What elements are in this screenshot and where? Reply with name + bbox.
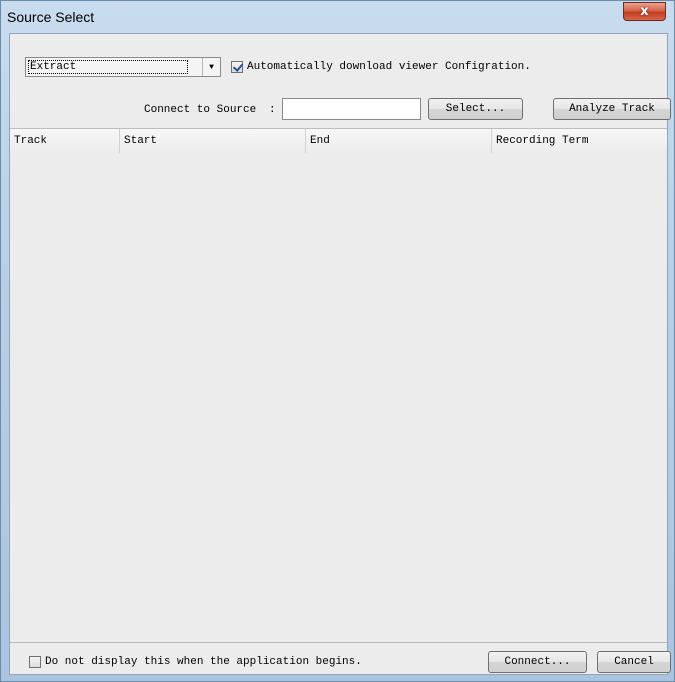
close-button[interactable]: x: [623, 2, 666, 21]
select-button[interactable]: Select...: [428, 98, 523, 120]
close-icon: x: [640, 4, 649, 19]
auto-download-checkbox[interactable]: [231, 61, 243, 73]
cancel-button[interactable]: Cancel: [597, 651, 671, 673]
column-header-recording-term[interactable]: Recording Term: [492, 129, 667, 153]
dont-display-checkbox[interactable]: [29, 656, 41, 668]
connect-to-source-label: Connect to Source: [144, 104, 257, 116]
source-mode-value: Extract: [28, 60, 188, 74]
dont-display-label: Do not display this when the application…: [45, 656, 362, 668]
dialog-body: Extract ▼ Automatically download viewer …: [9, 33, 671, 675]
connect-separator: :: [269, 104, 276, 116]
chevron-down-icon[interactable]: ▼: [202, 58, 220, 76]
source-address-input[interactable]: [282, 98, 421, 120]
auto-download-label: Automatically download viewer Configrati…: [247, 61, 531, 73]
table-header: Track Start End Recording Term: [10, 129, 667, 153]
connect-button[interactable]: Connect...: [488, 651, 587, 673]
source-select-window: Source Select x Extract ▼ Automatically …: [0, 0, 675, 682]
footer-divider: [10, 642, 667, 643]
column-header-track[interactable]: Track: [10, 129, 120, 153]
track-table[interactable]: Track Start End Recording Term: [10, 128, 667, 643]
source-mode-dropdown[interactable]: Extract ▼: [25, 57, 221, 77]
column-header-start[interactable]: Start: [120, 129, 306, 153]
table-body[interactable]: [10, 153, 667, 643]
analyze-track-button[interactable]: Analyze Track: [553, 98, 671, 120]
column-header-end[interactable]: End: [306, 129, 492, 153]
title-bar[interactable]: Source Select x: [1, 1, 674, 33]
window-title: Source Select: [7, 9, 95, 25]
